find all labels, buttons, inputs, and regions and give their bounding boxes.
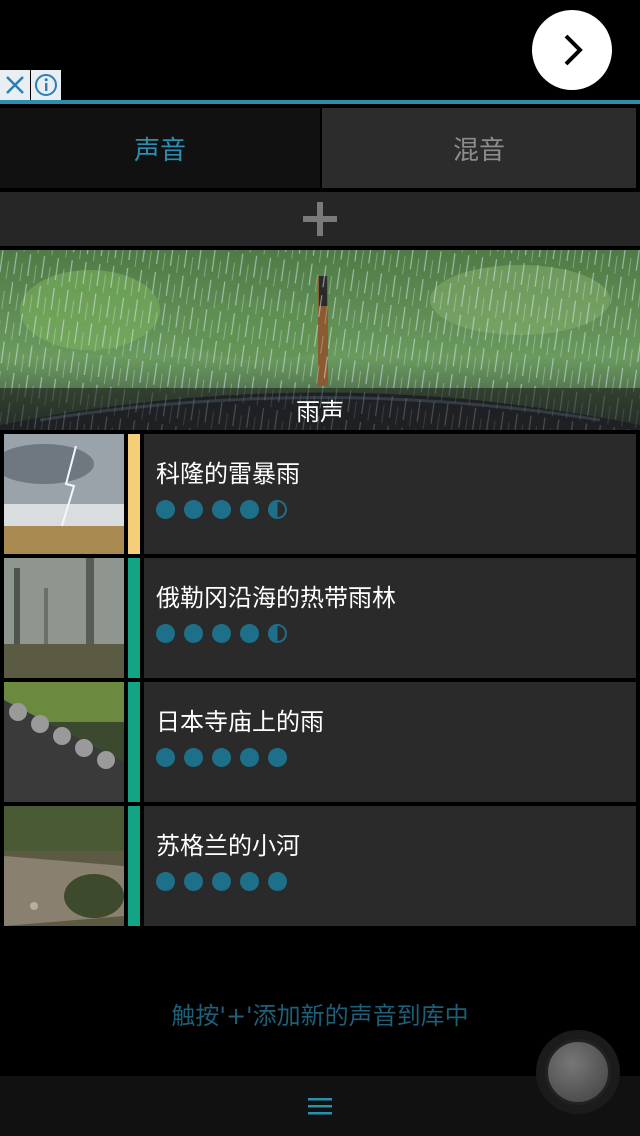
thumbnail-rainforest — [4, 558, 124, 678]
tab-sounds[interactable]: 声音 — [0, 108, 320, 188]
thumbnail-temple-roof — [4, 682, 124, 802]
list-item-title: 日本寺庙上的雨 — [156, 708, 324, 736]
plus-icon — [303, 202, 337, 236]
floating-button-knob — [545, 1039, 611, 1105]
ad-close-button[interactable] — [0, 70, 30, 100]
rating-dots — [156, 872, 287, 891]
rating-dot — [268, 872, 287, 891]
rating-dot — [212, 624, 231, 643]
add-sound-hint: 触按'+'添加新的声音到库中 — [171, 1002, 469, 1030]
list-item-body: 科隆的雷暴雨 — [144, 434, 636, 554]
rating-dot — [156, 748, 175, 767]
list-item-title: 俄勒冈沿海的热带雨林 — [156, 584, 396, 612]
rating-dot — [184, 748, 203, 767]
thumbnail-thunderstorm — [4, 434, 124, 554]
rating-dot-half — [268, 624, 287, 643]
category-banner-rain[interactable]: 雨声 — [0, 250, 640, 430]
rating-dots — [156, 624, 287, 643]
rating-dot — [240, 624, 259, 643]
rating-dot — [240, 748, 259, 767]
list-item-body: 俄勒冈沿海的热带雨林 — [144, 558, 636, 678]
rating-dot — [212, 748, 231, 767]
status-bar — [128, 806, 140, 926]
rating-dot — [240, 872, 259, 891]
list-item[interactable]: 俄勒冈沿海的热带雨林 — [0, 556, 640, 678]
banner-label: 雨声 — [0, 388, 640, 430]
rating-dot — [212, 500, 231, 519]
accent-divider — [0, 100, 640, 104]
tab-mix[interactable]: 混音 — [322, 108, 636, 188]
rating-dot — [156, 872, 175, 891]
rating-dots — [156, 500, 287, 519]
info-icon — [35, 74, 57, 96]
menu-button[interactable] — [300, 1090, 340, 1122]
list-item-title: 科隆的雷暴雨 — [156, 460, 300, 488]
ad-info-button[interactable] — [31, 70, 61, 100]
list-item-body: 苏格兰的小河 — [144, 806, 636, 926]
rating-dot — [184, 500, 203, 519]
list-item[interactable]: 苏格兰的小河 — [0, 804, 640, 926]
rating-dot — [212, 872, 231, 891]
rating-dot — [184, 624, 203, 643]
ad-banner — [0, 0, 640, 100]
rating-dot — [156, 500, 175, 519]
list-item-body: 日本寺庙上的雨 — [144, 682, 636, 802]
ad-next-button[interactable] — [532, 10, 612, 90]
rating-dot — [268, 748, 287, 767]
rating-dot — [184, 872, 203, 891]
hamburger-menu-icon — [308, 1098, 332, 1115]
status-bar — [128, 558, 140, 678]
chevron-right-icon — [564, 34, 583, 66]
rating-dot — [156, 624, 175, 643]
list-item[interactable]: 日本寺庙上的雨 — [0, 680, 640, 802]
rating-dots — [156, 748, 287, 767]
status-bar — [128, 434, 140, 554]
add-sound-button[interactable] — [0, 192, 640, 246]
floating-assistive-button[interactable] — [536, 1030, 620, 1114]
list-item[interactable]: 科隆的雷暴雨 — [0, 432, 640, 554]
status-bar — [128, 682, 140, 802]
tab-bar: 声音 混音 — [0, 108, 640, 188]
thumbnail-river — [4, 806, 124, 926]
list-item-title: 苏格兰的小河 — [156, 832, 300, 860]
close-icon — [6, 76, 24, 94]
rating-dot — [240, 500, 259, 519]
rating-dot-half — [268, 500, 287, 519]
